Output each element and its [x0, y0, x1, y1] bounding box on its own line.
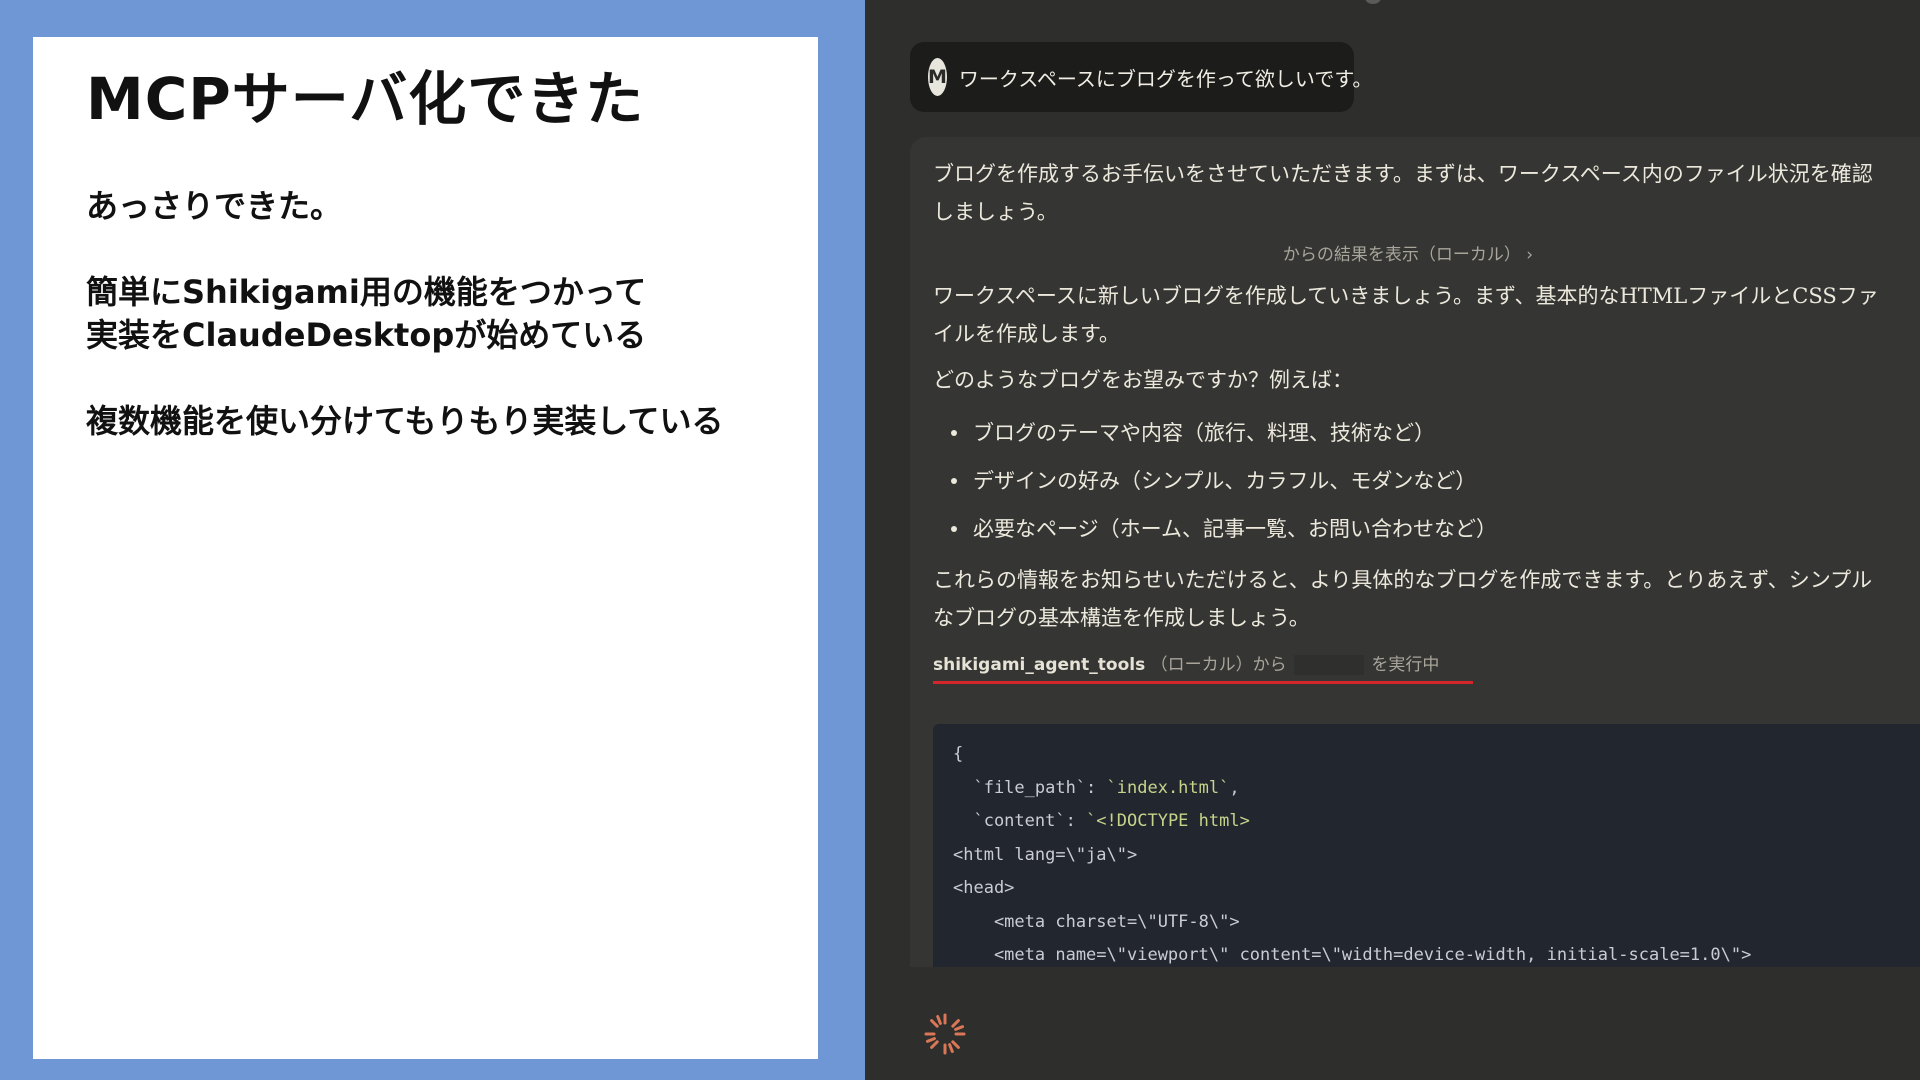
slide-line-1: あっさりできた。 [86, 186, 343, 225]
slide-title: MCPサーバ化できた [86, 65, 645, 133]
bullet-dot [951, 526, 957, 532]
bullet-list: ブログのテーマや内容（旅行、料理、技術など） デザインの好み（シンプル、カラフル… [933, 409, 1920, 553]
slide-text-panel: MCPサーバ化できた あっさりできた。 簡単にShikigami用の機能をつかっ… [33, 37, 818, 1059]
user-message: M ワークスペースにブログを作って欲しいです。 [910, 42, 1372, 112]
assistant-message: ブログを作成するお手伝いをさせていただきます。まずは、ワークスペース内のファイル… [910, 137, 1920, 967]
redacted-tool-function [1294, 655, 1365, 675]
code-line: `content`: `<!DOCTYPE html> [953, 811, 1250, 831]
slide-line-3: 実装をClaudeDesktopが始めている [86, 315, 647, 354]
bullet-dot [951, 430, 957, 436]
code-line: <meta name=\"viewport\" content=\"width=… [953, 945, 1752, 965]
code-line: <html lang=\"ja\"> [953, 844, 1138, 865]
code-block: { `file_path`: `index.html`, `content`: … [933, 724, 1920, 967]
tool-run-status[interactable]: shikigami_agent_tools （ローカル）から を実行中 [933, 651, 1920, 685]
assistant-paragraph-2: ワークスペースに新しいブログを作成していきましょう。まず、基本的なHTMLファイ… [933, 284, 1879, 346]
user-avatar[interactable]: M [928, 58, 947, 96]
code-line: { [953, 744, 964, 764]
chat-window: M ワークスペースにブログを作って欲しいです。 ブログを作成するお手伝いをさせて… [865, 0, 1920, 1080]
assistant-paragraph-3: これらの情報をお知らせいただけると、より具体的なブログを作成できます。とりあえず… [933, 568, 1873, 630]
code-line: `file_path`: `index.html`, [953, 777, 1240, 798]
tool-run-source: （ローカル）から [1150, 655, 1287, 675]
presentation-slide: MCPサーバ化できた あっさりできた。 簡単にShikigami用の機能をつかっ… [0, 0, 1920, 1080]
bullet-dot [951, 478, 957, 484]
slide-line-2: 簡単にShikigami用の機能をつかって [86, 272, 647, 311]
assistant-intro: ブログを作成するお手伝いをさせていただきます。まずは、ワークスペース内のファイル… [933, 162, 1873, 224]
slide-line-4: 複数機能を使い分けてもりもり実装している [86, 401, 724, 440]
list-item: ブログのテーマや内容（旅行、料理、技術など） [933, 409, 1920, 457]
top-edge-dot [1365, 0, 1381, 4]
red-highlight-underline [933, 681, 1473, 684]
tool-result-link[interactable]: からの結果を表示（ローカル） › [933, 241, 1883, 269]
tool-name: shikigami_agent_tools [933, 655, 1146, 675]
spinner-icon [924, 1013, 966, 1055]
code-line: <head> [953, 878, 1015, 898]
user-message-text: ワークスペースにブログを作って欲しいです。 [958, 66, 1373, 91]
tool-run-suffix: を実行中 [1371, 655, 1440, 675]
list-item: 必要なページ（ホーム、記事一覧、お問い合わせなど） [933, 505, 1920, 553]
code-line: <meta charset=\"UTF-8\"> [953, 911, 1240, 932]
assistant-question: どのようなブログをお望みですか？例えば： [933, 368, 1353, 392]
list-item: デザインの好み（シンプル、カラフル、モダンなど） [933, 457, 1920, 505]
